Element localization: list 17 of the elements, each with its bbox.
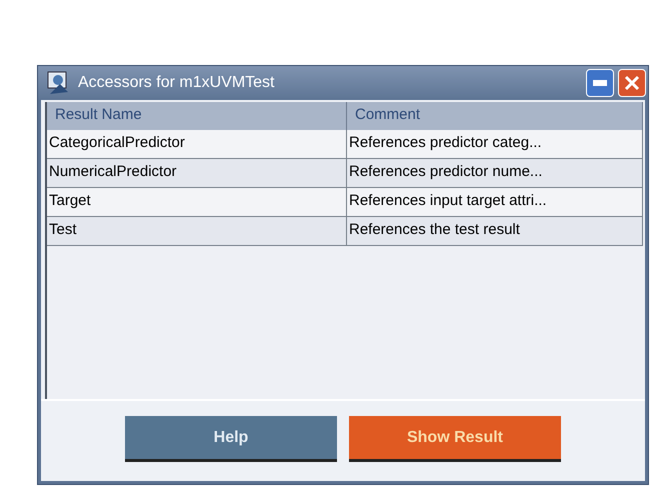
minimize-button[interactable]	[586, 69, 614, 97]
help-button[interactable]: Help	[125, 416, 337, 462]
column-header[interactable]: Result Name	[47, 102, 347, 130]
table-cell: References predictor categ...	[347, 130, 643, 159]
table-cell: References predictor nume...	[347, 159, 643, 188]
table-cell: NumericalPredictor	[47, 159, 347, 188]
show-result-button[interactable]: Show Result	[349, 416, 561, 462]
minimize-icon	[593, 80, 607, 86]
window-title: Accessors for m1xUVMTest	[78, 74, 276, 92]
table-cell: References the test result	[347, 217, 643, 246]
table-cell: References input target attri...	[347, 188, 643, 217]
close-icon	[624, 75, 640, 91]
table-cell: Target	[47, 188, 347, 217]
column-header[interactable]: Comment	[347, 102, 643, 130]
table-cell: CategoricalPredictor	[47, 130, 347, 159]
close-button[interactable]	[618, 69, 646, 97]
table-cell: Test	[47, 217, 347, 246]
